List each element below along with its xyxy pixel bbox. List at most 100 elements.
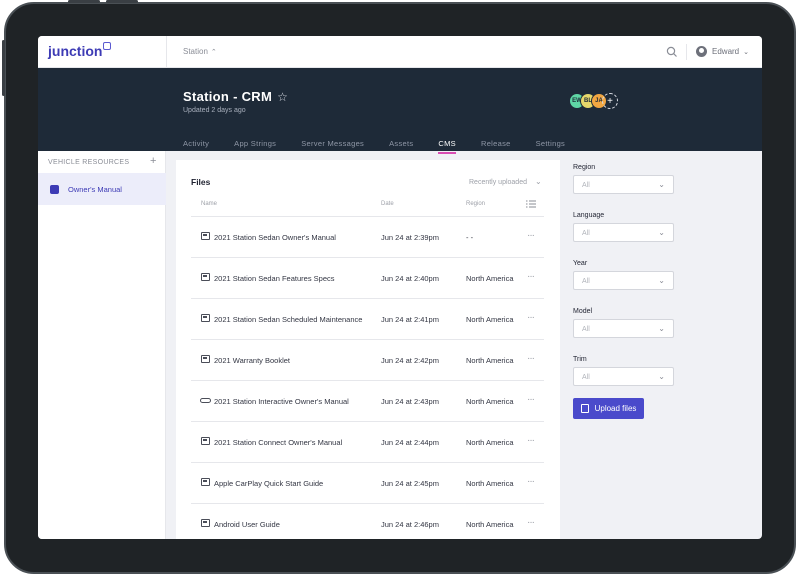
collaborator-avatars: EW BL JA +	[569, 93, 618, 109]
user-name: Edward	[712, 47, 740, 56]
filter-select-trim[interactable]: All ⌄	[573, 367, 674, 386]
logo-mark-icon	[103, 42, 112, 50]
more-options-icon[interactable]: ···	[527, 517, 535, 528]
table-row[interactable]: 2021 Station Sedan Features Specs Jun 24 …	[191, 258, 544, 299]
file-name: Apple CarPlay Quick Start Guide	[214, 479, 324, 488]
column-region[interactable]: Region	[466, 201, 485, 207]
list-view-icon[interactable]	[526, 200, 536, 208]
more-options-icon[interactable]: ···	[527, 476, 535, 487]
file-region: North America	[466, 438, 514, 447]
tab-cms[interactable]: CMS	[438, 139, 456, 154]
logo[interactable]: junction	[48, 42, 112, 59]
divider	[166, 36, 167, 68]
document-icon	[201, 314, 210, 322]
search-icon[interactable]	[666, 46, 678, 58]
column-date[interactable]: Date	[381, 201, 394, 207]
file-region: - -	[466, 233, 474, 242]
chevron-down-icon: ⌄	[658, 372, 665, 381]
project-header: Station - CRM ☆ Updated 2 days ago EW BL JA…	[38, 68, 762, 154]
project-switcher[interactable]: Station ⌃	[183, 47, 217, 56]
sort-label: Recently uploaded	[469, 179, 527, 186]
filter-select-year[interactable]: All ⌄	[573, 271, 674, 290]
upload-label: Upload files	[594, 404, 637, 413]
table-row[interactable]: 2021 Station Connect Owner's Manual Jun 2…	[191, 422, 544, 463]
more-options-icon[interactable]: ···	[527, 312, 535, 323]
tablet-button	[2, 40, 5, 96]
file-region: North America	[466, 397, 514, 406]
tab-app-strings[interactable]: App Strings	[234, 139, 276, 154]
file-name: 2021 Station Sedan Owner's Manual	[214, 233, 336, 242]
sidebar-item-owners-manual[interactable]: Owner's Manual	[38, 173, 166, 205]
page-title: Station - CRM ☆	[183, 89, 288, 104]
filter-select-region[interactable]: All ⌄	[573, 175, 674, 194]
filter-value: All	[582, 278, 590, 285]
table-row[interactable]: Apple CarPlay Quick Start Guide Jun 24 at…	[191, 463, 544, 504]
files-title: Files	[191, 177, 211, 187]
document-icon	[201, 519, 210, 527]
files-panel: Files Recently uploaded ⌄ Name Date Regio…	[176, 160, 560, 539]
more-options-icon[interactable]: ···	[527, 353, 535, 364]
file-date: Jun 24 at 2:46pm	[381, 520, 439, 529]
chevron-down-icon: ⌄	[658, 228, 665, 237]
tablet-button	[106, 0, 138, 3]
link-icon	[200, 398, 211, 403]
star-icon[interactable]: ☆	[277, 90, 288, 104]
table-row[interactable]: 2021 Station Sedan Scheduled Maintenance…	[191, 299, 544, 340]
table-row[interactable]: 2021 Warranty Booklet Jun 24 at 2:42pm Nor…	[191, 340, 544, 381]
project-tabs: Activity App Strings Server Messages Assets…	[183, 139, 590, 154]
filter-select-language[interactable]: All ⌄	[573, 223, 674, 242]
file-date: Jun 24 at 2:43pm	[381, 397, 439, 406]
file-name: 2021 Station Sedan Features Specs	[214, 274, 335, 283]
chevron-down-icon: ⌄	[658, 324, 665, 333]
chevron-down-icon: ⌄	[535, 177, 542, 186]
file-region: North America	[466, 315, 514, 324]
more-options-icon[interactable]: ···	[527, 271, 535, 282]
file-name: 2021 Station Connect Owner's Manual	[214, 438, 343, 447]
file-name: 2021 Station Sedan Scheduled Maintenance	[214, 315, 363, 324]
filter-label: Year	[573, 260, 588, 267]
folder-icon	[50, 184, 59, 194]
sidebar: VEHICLE RESOURCES + Owner's Manual	[38, 151, 166, 539]
file-region: North America	[466, 479, 514, 488]
tab-server-messages[interactable]: Server Messages	[301, 139, 364, 154]
file-date: Jun 24 at 2:45pm	[381, 479, 439, 488]
more-options-icon[interactable]: ···	[527, 230, 535, 241]
sidebar-item-label: Owner's Manual	[68, 184, 122, 194]
table-row[interactable]: Android User Guide Jun 24 at 2:46pm North …	[191, 504, 544, 539]
tab-assets[interactable]: Assets	[389, 139, 413, 154]
breadcrumb: Station	[183, 47, 208, 56]
filter-value: All	[582, 374, 590, 381]
tab-release[interactable]: Release	[481, 139, 511, 154]
divider	[686, 44, 687, 60]
file-name: Android User Guide	[214, 520, 280, 529]
more-options-icon[interactable]: ···	[527, 435, 535, 446]
add-resource-icon[interactable]: +	[150, 155, 156, 167]
user-menu[interactable]: Edward ⌄	[696, 46, 749, 57]
chevron-down-icon: ⌄	[658, 180, 665, 189]
table-row[interactable]: 2021 Station Sedan Owner's Manual Jun 24 …	[191, 217, 544, 258]
user-avatar-icon	[696, 46, 707, 57]
tablet-button	[68, 0, 100, 3]
upload-files-button[interactable]: Upload files	[573, 398, 644, 419]
tab-settings[interactable]: Settings	[536, 139, 566, 154]
project-title: Station - CRM	[183, 89, 273, 104]
filter-value: All	[582, 182, 590, 189]
column-name[interactable]: Name	[201, 201, 217, 207]
document-icon	[201, 273, 210, 281]
tab-activity[interactable]: Activity	[183, 139, 209, 154]
chevron-down-icon: ⌄	[658, 276, 665, 285]
document-icon	[201, 232, 210, 240]
filter-label: Trim	[573, 356, 587, 363]
more-options-icon[interactable]: ···	[527, 394, 535, 405]
file-region: North America	[466, 356, 514, 365]
table-row[interactable]: 2021 Station Interactive Owner's Manual J…	[191, 381, 544, 422]
updated-text: Updated 2 days ago	[183, 107, 246, 114]
chevron-down-icon: ⌄	[743, 48, 749, 56]
sort-dropdown[interactable]: Recently uploaded ⌄	[469, 177, 542, 186]
file-date: Jun 24 at 2:44pm	[381, 438, 439, 447]
add-collaborator-icon[interactable]: +	[602, 93, 618, 109]
logo-text: junction	[48, 43, 103, 59]
file-date: Jun 24 at 2:42pm	[381, 356, 439, 365]
filter-select-model[interactable]: All ⌄	[573, 319, 674, 338]
filter-value: All	[582, 326, 590, 333]
